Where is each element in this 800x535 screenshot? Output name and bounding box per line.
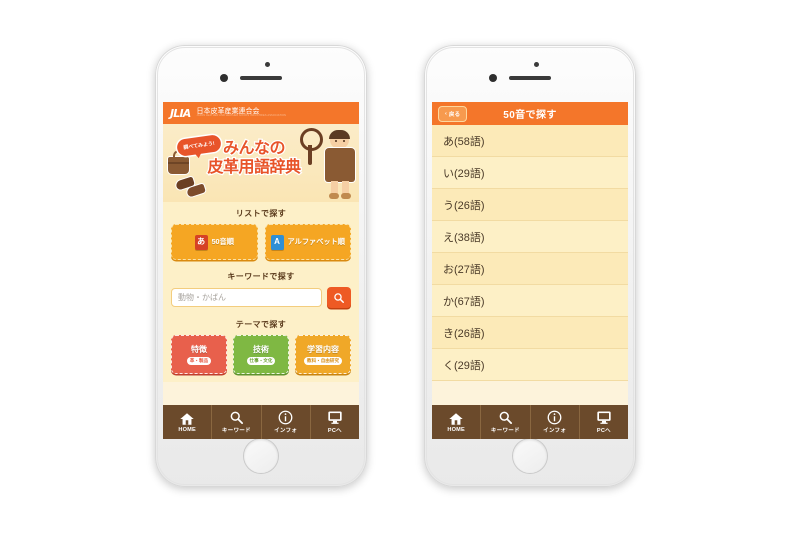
nav-label-info-right: インフォ [543,428,567,434]
handbag-illustration [168,150,189,174]
search-icon [334,292,344,303]
keyword-search-section: キーワードで探す 動物・かばん [163,266,359,315]
home-button-right[interactable] [513,439,547,473]
theme-search-section: テーマで探す 特徴 革・製品 技術 仕事・文化 学習内容 教科・自由研究 [163,315,359,382]
hero-title: みんなの 皮革用語辞典 [194,139,314,178]
nav-label-pc-right: PCへ [596,428,611,434]
nav-item-pc-left[interactable]: PCへ [311,405,359,439]
jlia-logo: JLIA [170,106,191,120]
list-search-section: リストで探す あ 50音順 A アルファベット順 [163,202,359,266]
screen-right: ‹ 戻る 50音で探す あ(58語) い(29語) う(26語) え(38語) … [432,102,628,439]
bottom-navbar-left: HOME キーワード インフォ PCへ [163,405,359,439]
nav-item-home-left[interactable]: HOME [163,405,213,439]
theme-technology-label: 技術 [253,345,269,354]
nav-label-home-left: HOME [178,427,196,433]
search-icon [498,410,513,425]
home-icon [179,411,195,426]
search-submit-button[interactable] [327,287,351,308]
nav-item-keyword-right[interactable]: キーワード [481,405,531,439]
info-icon [547,410,562,425]
nav-item-info-left[interactable]: インフォ [262,405,311,439]
earpiece-speaker-left [240,76,282,80]
nav-label-pc-left: PCへ [327,428,342,434]
hero-title-line2: 皮革用語辞典 [206,158,302,177]
brand-org-en: JAPAN LEATHER AND LEATHER GOODS INDUSTRI… [196,114,287,118]
bottom-navbar-right: HOME キーワード インフォ PCへ [432,405,628,439]
alphabet-order-button[interactable]: A アルファベット順 [264,224,351,260]
person-illustration [323,130,357,199]
theme-section-title: テーマで探す [235,320,287,329]
kana-list: あ(58語) い(29語) う(26語) え(38語) お(27語) か(67語… [432,125,628,381]
list-item[interactable]: い(29語) [432,157,628,189]
search-icon [229,410,244,425]
list-section-title: リストで探す [235,209,287,218]
list-item[interactable]: え(38語) [432,221,628,253]
back-button-label: 戻る [448,111,461,118]
gojuon-order-button[interactable]: あ 50音順 [171,224,258,260]
nav-item-home-right[interactable]: HOME [432,405,482,439]
monitor-icon [596,410,612,425]
list-button-row: あ 50音順 A アルファベット順 [171,224,351,260]
nav-label-keyword-left: キーワード [221,428,251,434]
nav-label-info-left: インフォ [274,428,298,434]
screenshot-stage: JLIA 日本皮革産業連合会 JAPAN LEATHER AND LEATHER… [0,0,800,535]
letter-a-icon: A [270,234,284,250]
search-input[interactable]: 動物・かばん [171,288,322,307]
back-button[interactable]: ‹ 戻る [438,105,468,122]
nav-item-pc-right[interactable]: PCへ [580,405,628,439]
theme-features-label: 特徴 [191,345,207,354]
theme-button-study[interactable]: 学習内容 教科・自由研究 [295,335,351,374]
theme-study-sublabel: 教科・自由研究 [303,357,343,365]
brand-org-block: 日本皮革産業連合会 JAPAN LEATHER AND LEATHER GOOD… [197,108,287,118]
proximity-sensor-left [265,62,270,67]
info-icon [278,410,293,425]
nav-label-keyword-right: キーワード [490,428,520,434]
theme-button-features[interactable]: 特徴 革・製品 [171,335,227,374]
proximity-sensor-right [534,62,539,67]
earpiece-speaker-right [509,76,551,80]
list-item[interactable]: か(67語) [432,285,628,317]
home-button-left[interactable] [244,439,278,473]
kana-a-icon: あ [194,234,208,250]
phone-device-left: JLIA 日本皮革産業連合会 JAPAN LEATHER AND LEATHER… [155,45,367,487]
list-item[interactable]: う(26語) [432,189,628,221]
person-eye-left [335,140,337,142]
list-item[interactable]: く(29語) [432,349,628,381]
keyword-section-title: キーワードで探す [227,272,295,281]
front-camera-left [220,74,228,82]
list-item[interactable]: あ(58語) [432,125,628,157]
list-item[interactable]: き(26語) [432,317,628,349]
page-header-right: ‹ 戻る 50音で探す [432,102,628,125]
keyword-search-row: 動物・かばん [171,287,351,308]
theme-button-technology[interactable]: 技術 仕事・文化 [233,335,289,374]
front-camera-right [489,74,497,82]
hero-banner: 調べてみよう! みんなの 皮革用語辞典 [163,124,359,202]
phone-device-right: ‹ 戻る 50音で探す あ(58語) い(29語) う(26語) え(38語) … [424,45,636,487]
screen-left: JLIA 日本皮革産業連合会 JAPAN LEATHER AND LEATHER… [163,102,359,439]
chevron-left-icon: ‹ [445,110,447,117]
person-shoe-right [341,193,351,199]
theme-technology-sublabel: 仕事・文化 [246,357,276,365]
person-shoe-left [329,193,339,199]
nav-item-keyword-left[interactable]: キーワード [212,405,262,439]
person-leather-body [325,148,355,182]
hero-title-line1: みんなの [222,139,287,158]
alphabet-order-label: アルファベット順 [287,237,345,246]
gojuon-order-label: 50音順 [211,237,234,246]
brand-bar: JLIA 日本皮革産業連合会 JAPAN LEATHER AND LEATHER… [163,102,359,124]
nav-label-home-right: HOME [447,427,465,433]
theme-study-label: 学習内容 [307,345,339,354]
home-icon [448,411,464,426]
person-hair [329,130,350,139]
nav-item-info-right[interactable]: インフォ [531,405,580,439]
list-item[interactable]: お(27語) [432,253,628,285]
theme-button-row: 特徴 革・製品 技術 仕事・文化 学習内容 教科・自由研究 [171,335,351,374]
monitor-icon [327,410,343,425]
theme-features-sublabel: 革・製品 [186,357,212,365]
person-eye-right [343,140,345,142]
